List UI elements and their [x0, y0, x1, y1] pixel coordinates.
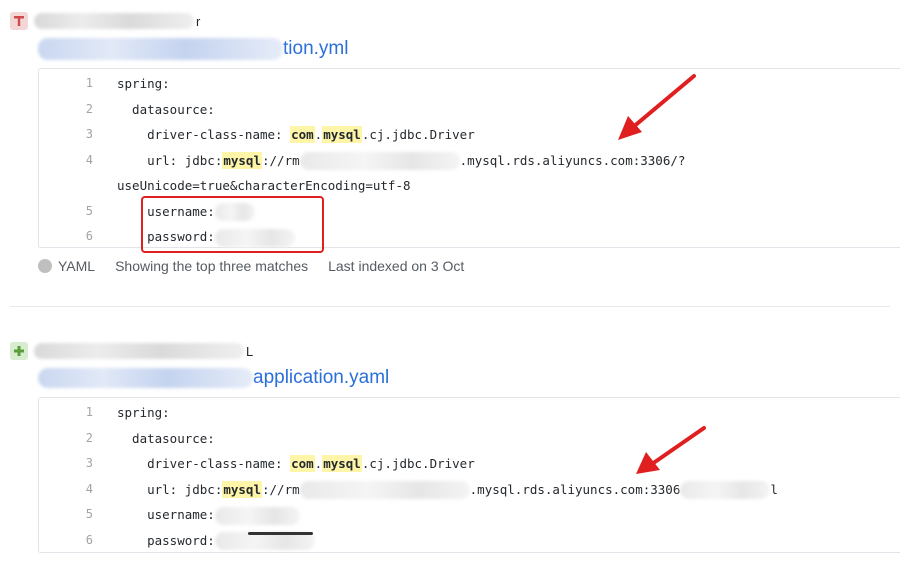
repo-name-suffix: L	[246, 343, 254, 359]
match-highlight: mysql	[222, 480, 262, 498]
annotation-arrow-icon	[618, 74, 696, 140]
line-number[interactable]: 5	[39, 502, 93, 527]
match-highlight: mysql	[222, 151, 262, 169]
code-text: spring:	[117, 400, 170, 425]
repo-name-redacted	[34, 13, 194, 29]
code-line: 4 url: jdbc:mysql://rm .mysql.rds.aliyunc…	[39, 477, 899, 502]
file-link[interactable]: tion.yml	[38, 36, 348, 62]
line-number[interactable]: 1	[39, 400, 93, 425]
code-line: 3 driver-class-name: com.mysql.cj.jdbc.D…	[39, 451, 899, 476]
redacted-value	[299, 481, 470, 499]
repo-avatar-green-icon	[10, 342, 28, 360]
language-dot-icon	[38, 259, 52, 273]
line-number[interactable]: 3	[39, 451, 93, 476]
code-token: url: jdbc:	[117, 481, 223, 497]
code-text: driver-class-name: com.mysql.cj.jdbc.Dri…	[117, 122, 475, 147]
code-token: password:	[117, 532, 215, 548]
redacted-value	[299, 152, 460, 170]
repo-avatar-red-icon	[10, 12, 28, 30]
code-line: 2 datasource:	[39, 97, 899, 122]
code-line: 1 spring:	[39, 71, 899, 96]
code-token: .cj.jdbc.Driver	[361, 127, 475, 142]
code-line: 4 url: jdbc:mysql://rm .mysql.rds.aliyunc…	[39, 148, 899, 173]
code-token: .mysql.rds.aliyuncs.com:3306/?	[459, 152, 686, 168]
match-count-text: Showing the top three matches	[115, 258, 309, 274]
line-number[interactable]: 2	[39, 97, 93, 122]
line-number[interactable]: 5	[39, 199, 93, 224]
match-highlight: com	[290, 126, 315, 143]
code-line: useUnicode=true&characterEncoding=utf-8	[39, 173, 899, 198]
code-text: datasource:	[117, 426, 215, 451]
code-token: datasource:	[117, 101, 215, 117]
match-highlight: mysql	[322, 126, 362, 143]
match-highlight: mysql	[322, 455, 362, 472]
line-number[interactable]: 6	[39, 224, 93, 249]
code-token: driver-class-name:	[117, 456, 291, 471]
code-token: useUnicode=true&characterEncoding=utf-8	[117, 178, 411, 193]
code-text: username:	[117, 502, 300, 527]
repo-name-redacted	[34, 343, 244, 359]
code-snippet: 1 spring: 2 datasource: 3 driver-class-name…	[38, 397, 900, 553]
code-token: datasource:	[117, 430, 215, 446]
result-divider	[10, 306, 890, 307]
line-number[interactable]: 6	[39, 528, 93, 553]
code-token: .cj.jdbc.Driver	[361, 456, 475, 471]
file-link[interactable]: application.yaml	[38, 365, 389, 391]
code-text: useUnicode=true&characterEncoding=utf-8	[117, 173, 411, 198]
last-indexed-text: Last indexed on 3 Oct	[328, 258, 465, 274]
code-token: spring:	[117, 405, 170, 420]
code-token: ://rm	[262, 152, 300, 168]
line-number[interactable]: 3	[39, 122, 93, 147]
credentials-highlight-box	[141, 196, 324, 253]
file-path-redacted	[38, 38, 283, 60]
code-line: 2 datasource:	[39, 426, 899, 451]
code-token: l	[770, 481, 778, 497]
code-token: .mysql.rds.aliyuncs.com:3306	[469, 481, 681, 497]
code-text: datasource:	[117, 97, 215, 122]
file-name[interactable]: tion.yml	[283, 38, 348, 60]
code-token: spring:	[117, 76, 170, 91]
repo-name-suffix: r	[196, 13, 201, 29]
line-number[interactable]: 4	[39, 477, 93, 502]
code-token: driver-class-name:	[117, 127, 291, 142]
code-text: url: jdbc:mysql://rm .mysql.rds.aliyuncs.…	[117, 148, 685, 173]
code-text: driver-class-name: com.mysql.cj.jdbc.Dri…	[117, 451, 475, 476]
file-name[interactable]: application.yaml	[253, 367, 389, 389]
line-number[interactable]: 1	[39, 71, 93, 96]
code-token: url: jdbc:	[117, 152, 223, 168]
repo-line[interactable]: L	[10, 340, 253, 362]
match-highlight: com	[290, 455, 315, 472]
code-line: 1 spring:	[39, 400, 899, 425]
code-line: 6 password:	[39, 528, 899, 553]
code-text: spring:	[117, 71, 170, 96]
code-token: username:	[117, 507, 215, 522]
line-number[interactable]: 4	[39, 148, 93, 173]
line-number[interactable]: 2	[39, 426, 93, 451]
annotation-arrow-icon	[636, 426, 706, 474]
home-indicator-bar	[248, 532, 313, 535]
redacted-value	[214, 506, 300, 525]
code-line: 3 driver-class-name: com.mysql.cj.jdbc.D…	[39, 122, 899, 147]
result-meta: YAML Showing the top three matches Last …	[38, 255, 464, 277]
file-path-redacted	[38, 368, 253, 388]
language-label: YAML	[58, 258, 96, 274]
code-text: url: jdbc:mysql://rm .mysql.rds.aliyuncs.…	[117, 477, 778, 502]
code-line: 5 username:	[39, 502, 899, 527]
redacted-value	[680, 481, 771, 499]
code-token: ://rm	[262, 481, 300, 497]
repo-line[interactable]: r	[10, 10, 200, 32]
